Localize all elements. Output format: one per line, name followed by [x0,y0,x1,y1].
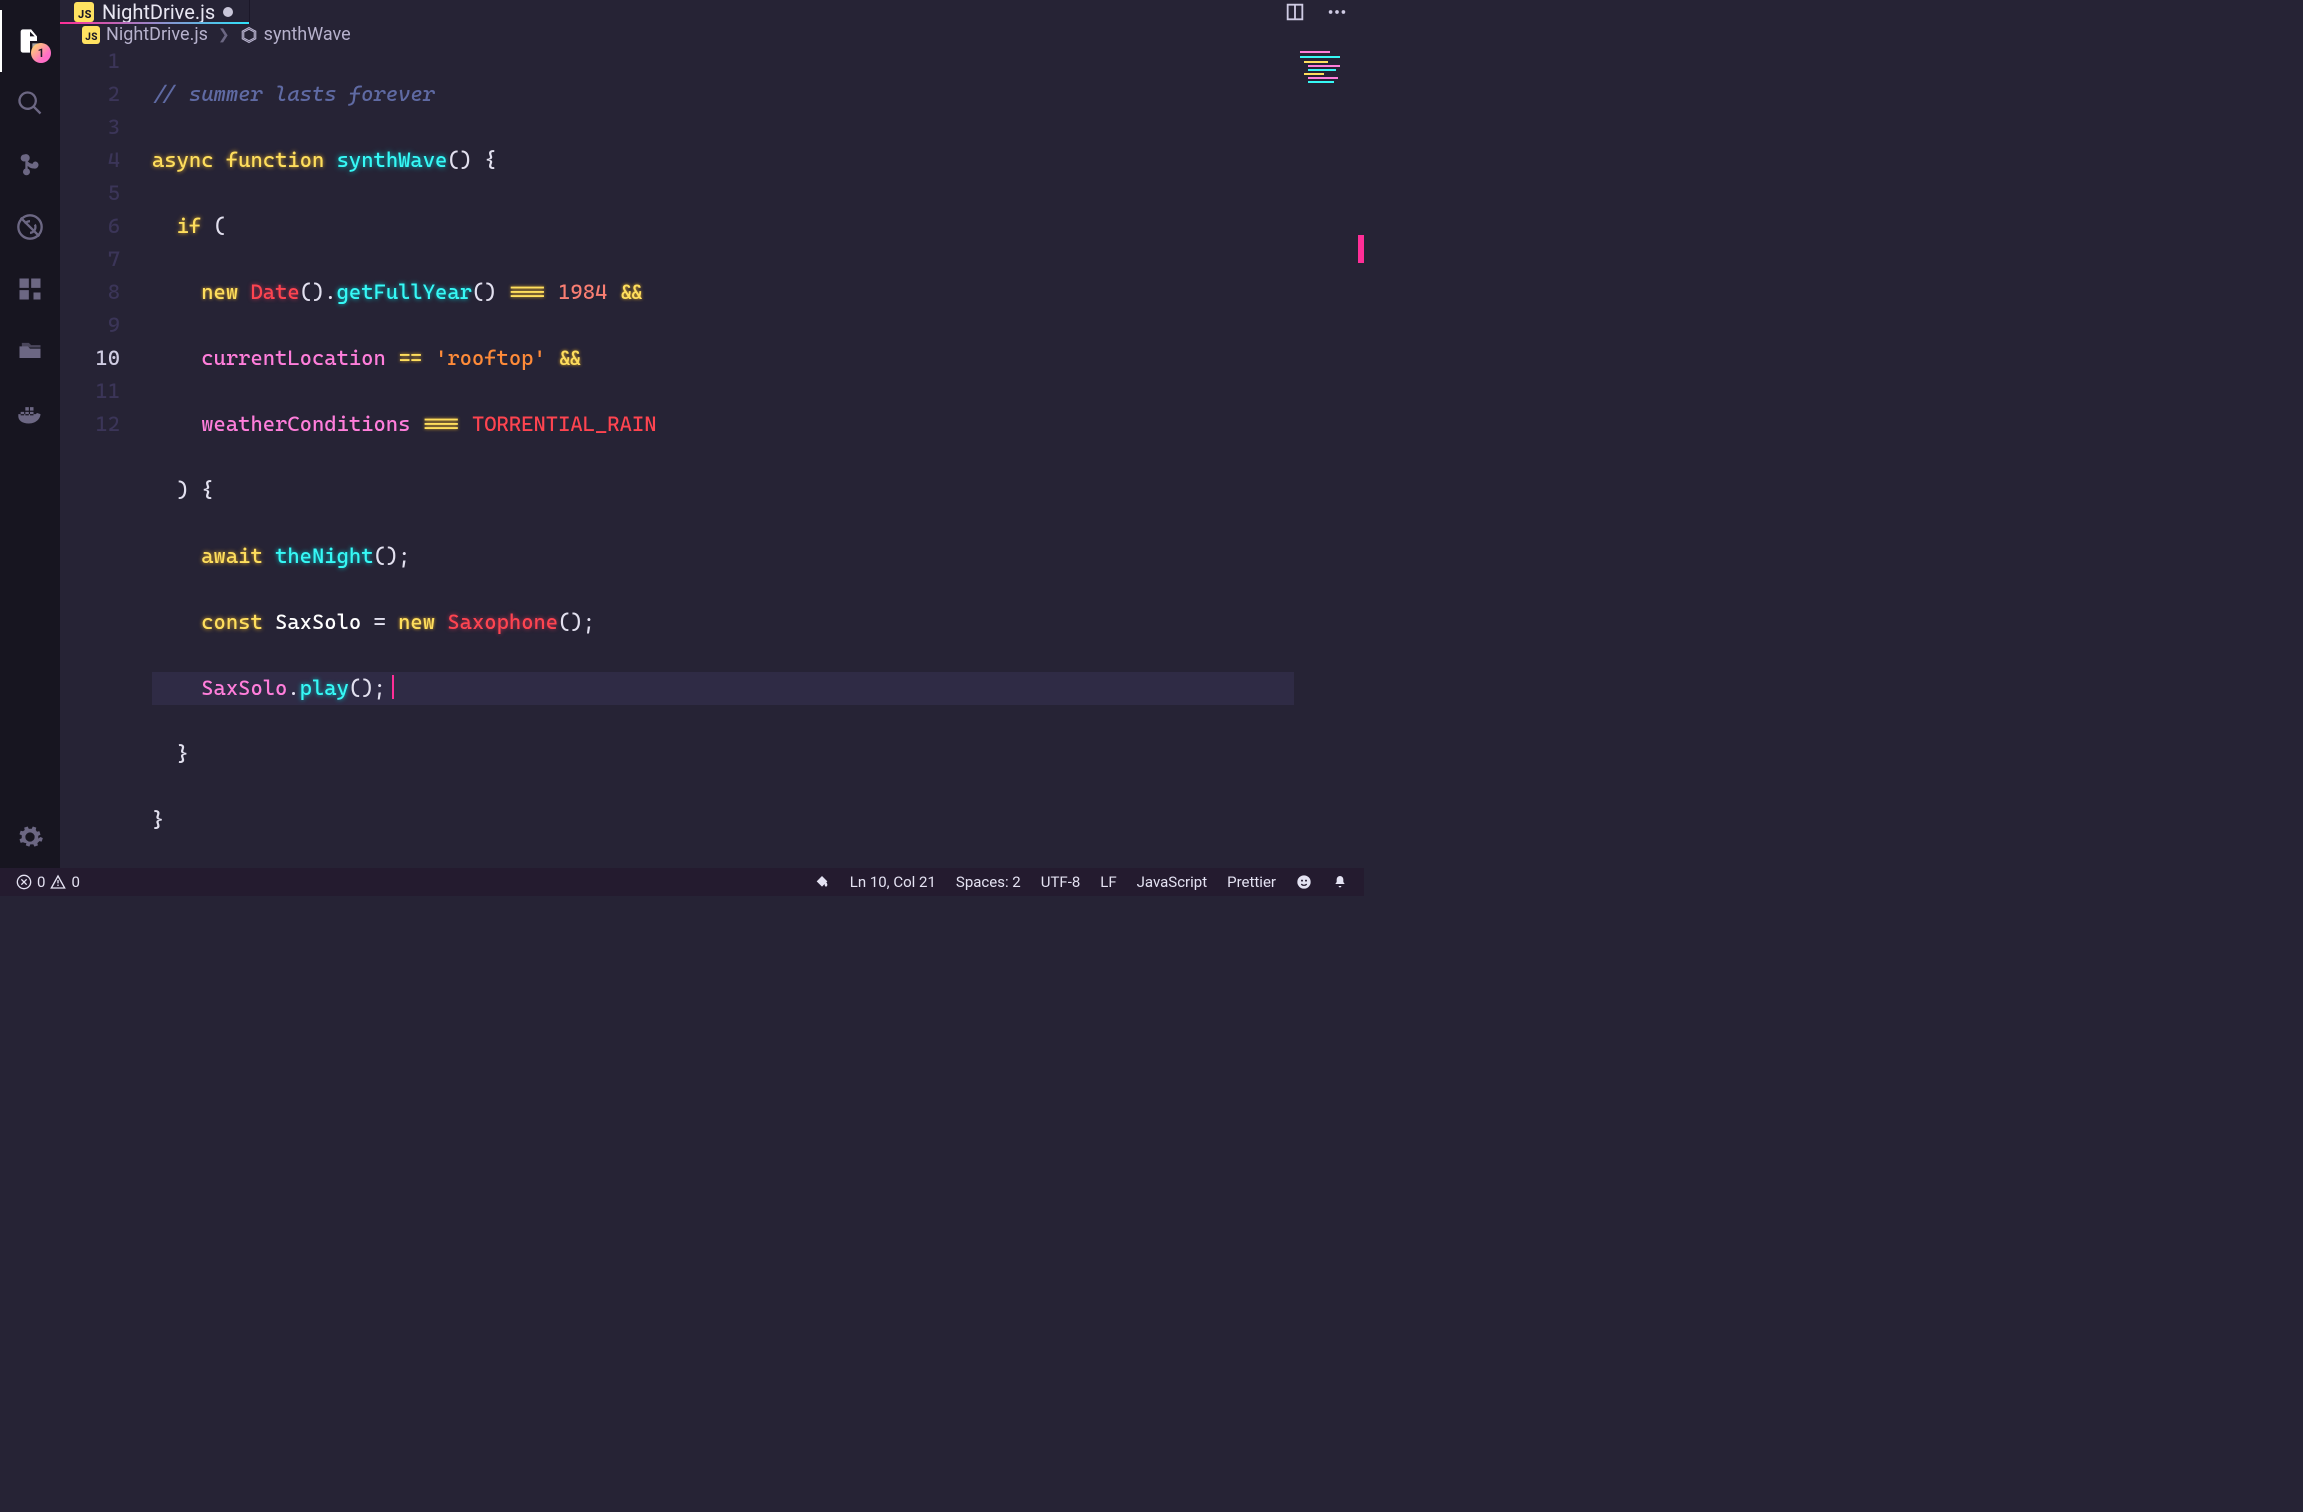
warning-icon [50,874,66,890]
error-icon [16,874,32,890]
status-cursor-position[interactable]: Ln 10, Col 21 [844,873,942,891]
minimap-thumb[interactable] [1358,235,1364,263]
text-cursor [392,675,394,699]
status-eol[interactable]: LF [1094,873,1122,891]
status-bar: 0 0 Ln 10, Col 21 Spaces: 2 UTF-8 LF Jav… [0,868,1364,896]
activity-run-debug[interactable] [0,196,60,258]
gear-icon [16,823,44,851]
split-editor-button[interactable] [1284,1,1306,23]
debug-disabled-icon [16,213,44,241]
minimap[interactable] [1294,45,1364,868]
extensions-icon [16,275,44,303]
status-indentation[interactable]: Spaces: 2 [950,873,1027,891]
smiley-icon [1296,874,1312,890]
explorer-badge: 1 [31,43,51,63]
code-content[interactable]: // summer lasts forever async function s… [138,45,1364,868]
js-file-icon: JS [82,26,100,44]
activity-docker[interactable] [0,382,60,444]
activity-search[interactable] [0,72,60,134]
breadcrumb-file[interactable]: NightDrive.js [106,24,208,45]
search-icon [16,89,44,117]
tab-title: NightDrive.js [102,0,215,24]
status-encoding[interactable]: UTF-8 [1035,873,1087,891]
activity-explorer[interactable]: 1 [0,10,60,72]
chevron-right-icon: ❯ [218,27,230,43]
breadcrumb-symbol[interactable]: synthWave [264,24,351,45]
activity-extensions[interactable] [0,258,60,320]
docker-icon [16,399,44,427]
status-notifications[interactable] [1326,874,1354,890]
tab-bar: JS NightDrive.js [60,0,1364,24]
paint-bucket-icon [814,874,830,890]
tab-nightdrive[interactable]: JS NightDrive.js [60,0,250,24]
more-actions-button[interactable] [1326,1,1348,23]
symbol-method-icon [240,26,258,44]
line-number-gutter: 1 2 3 4 5 6 7 8 9 10 11 12 [60,45,138,868]
status-language-mode[interactable]: JavaScript [1131,873,1213,891]
status-problems[interactable]: 0 0 [10,873,86,891]
multi-folder-icon [16,337,44,365]
bell-icon [1332,874,1348,890]
breadcrumb[interactable]: JS NightDrive.js ❯ synthWave [60,24,1364,45]
minimap-preview [1300,51,1354,91]
status-prettier[interactable]: Prettier [1221,873,1282,891]
status-feedback[interactable] [1290,874,1318,890]
status-color-theme[interactable] [808,874,836,890]
tab-dirty-indicator[interactable] [223,7,233,17]
code-editor[interactable]: 1 2 3 4 5 6 7 8 9 10 11 12 // summer las… [60,45,1364,868]
activity-folders[interactable] [0,320,60,382]
activity-source-control[interactable] [0,134,60,196]
activity-settings[interactable] [0,806,60,868]
activity-bar: 1 [0,0,60,868]
js-file-icon: JS [74,2,94,22]
source-control-icon [16,151,44,179]
editor-pane: JS NightDrive.js JS NightDrive.js ❯ synt… [60,0,1364,868]
